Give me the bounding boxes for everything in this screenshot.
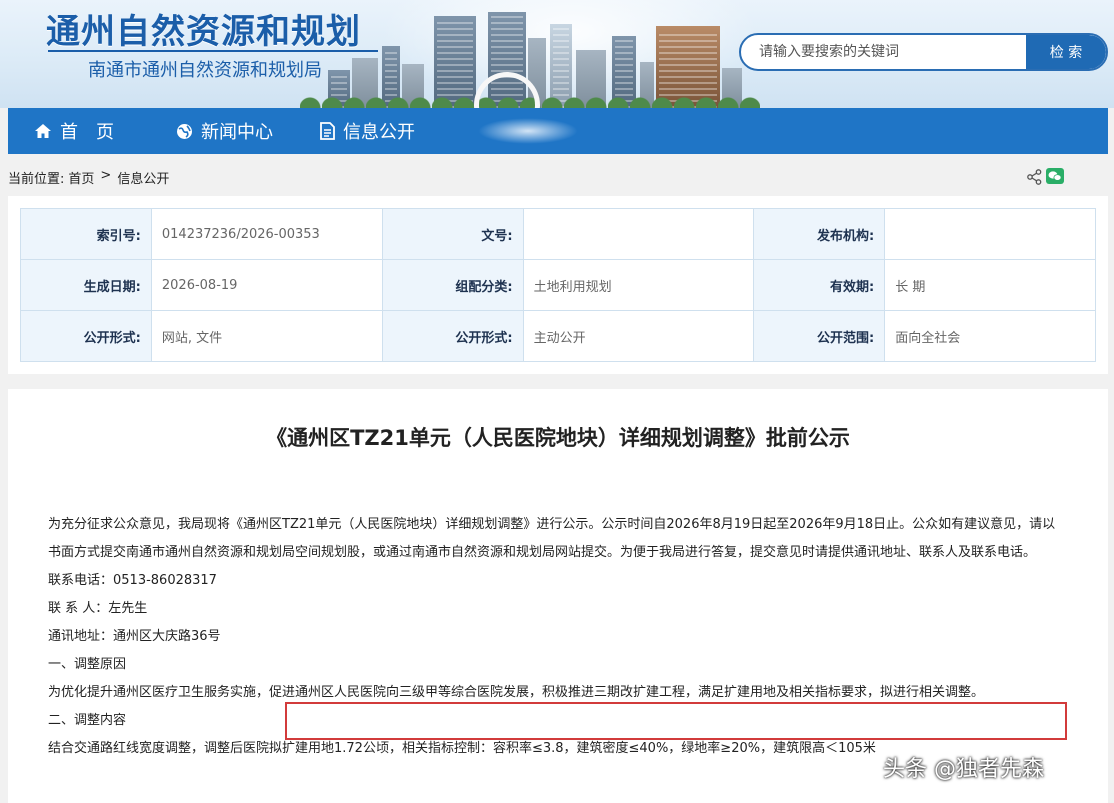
meta-value: 面向全社会 <box>884 310 1096 362</box>
search-box: 检 索 <box>739 33 1108 71</box>
breadcrumb-home[interactable]: 首页 <box>68 168 94 187</box>
meta-label: 生成日期: <box>20 259 152 311</box>
article-paragraph: 为充分征求公众意见，我局现将《通州区TZ21单元（人民医院地块）详细规划调整》进… <box>48 517 1056 560</box>
document-meta-table: 索引号: 014237236/2026-00353 文号: 发布机构: 生成日期… <box>20 208 1096 362</box>
nav-item-label: 新闻中心 <box>201 122 273 143</box>
article-title: 《通州区TZ21单元（人民医院地块）详细规划调整》批前公示 <box>266 426 850 450</box>
meta-label: 公开形式: <box>381 310 524 362</box>
breadcrumb-current[interactable]: 信息公开 <box>117 168 169 187</box>
meta-label: 公开范围: <box>753 310 886 362</box>
nav-item-label: 信息公开 <box>343 122 415 143</box>
nav-item-news[interactable]: 新闻中心 <box>176 108 273 154</box>
meta-label: 公开形式: <box>20 310 152 362</box>
globe-icon <box>177 123 192 139</box>
breadcrumb: 当前位置: 首页 > 信息公开 <box>8 168 169 187</box>
article-paragraph: 联 系 人：左先生 <box>48 601 148 616</box>
article-paragraph: 通讯地址：通州区大庆路36号 <box>48 629 221 644</box>
title-divider <box>48 50 378 52</box>
home-icon <box>35 124 51 138</box>
meta-value: 长 期 <box>884 259 1096 311</box>
meta-label: 有效期: <box>753 259 886 311</box>
table-row: 索引号: 014237236/2026-00353 文号: 发布机构: <box>20 208 1096 260</box>
meta-label: 组配分类: <box>381 259 524 311</box>
main-nav: 首 页 新闻中心 信息公开 <box>8 108 1108 154</box>
breadcrumb-prefix: 当前位置: <box>8 172 65 187</box>
nav-item-info[interactable]: 信息公开 <box>320 108 415 154</box>
meta-label: 文号: <box>381 208 524 260</box>
meta-value: 土地利用规划 <box>522 259 755 311</box>
meta-value: 主动公开 <box>522 310 755 362</box>
meta-label: 索引号: <box>20 208 152 260</box>
breadcrumb-separator: > <box>100 168 112 183</box>
article-paragraph: 联系电话：0513-86028317 <box>48 573 217 588</box>
meta-value <box>522 208 755 260</box>
meta-value: 014237236/2026-00353 <box>150 208 383 260</box>
site-title[interactable]: 通州自然资源和规划 <box>46 4 361 53</box>
meta-label: 发布机构: <box>753 208 886 260</box>
nav-item-label: 首 页 <box>60 122 114 143</box>
watermark: 头条 @独者先森 <box>883 757 1044 782</box>
table-row: 公开形式: 网站, 文件 公开形式: 主动公开 公开范围: 面向全社会 <box>20 310 1096 362</box>
article: 《通州区TZ21单元（人民医院地块）详细规划调整》批前公示 为充分征求公众意见，… <box>8 389 1108 803</box>
meta-value: 2026-08-19 <box>150 259 383 311</box>
table-row: 生成日期: 2026-08-19 组配分类: 土地利用规划 有效期: 长 期 <box>20 259 1096 311</box>
share-icon[interactable] <box>1027 169 1042 185</box>
section-heading: 一、调整原因 <box>48 657 127 672</box>
document-icon <box>320 122 335 140</box>
meta-value: 网站, 文件 <box>150 310 383 362</box>
site-subtitle: 南通市通州自然资源和规划局 <box>88 60 322 81</box>
search-input[interactable] <box>741 35 1029 69</box>
nav-item-home[interactable]: 首 页 <box>34 108 114 154</box>
highlight-box <box>285 702 1067 740</box>
document-meta-panel: 索引号: 014237236/2026-00353 文号: 发布机构: 生成日期… <box>8 196 1108 374</box>
search-button[interactable]: 检 索 <box>1026 35 1106 69</box>
site-header: 通州自然资源和规划 南通市通州自然资源和规划局 检 索 <box>0 0 1114 108</box>
meta-value <box>884 208 1096 260</box>
wechat-icon[interactable] <box>1046 168 1064 184</box>
